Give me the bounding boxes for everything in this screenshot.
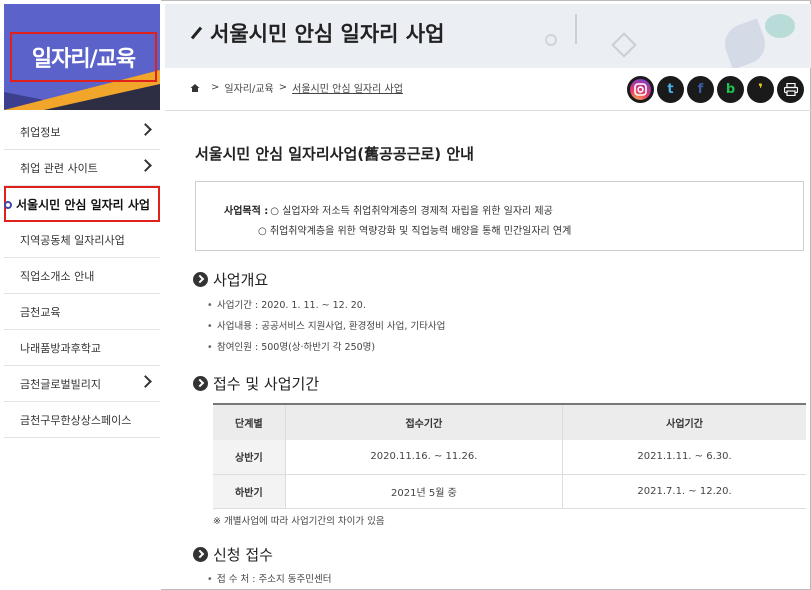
purpose-label: 사업목적 : [224, 206, 269, 217]
sidebar-item-label: 금천글로벌빌리지 [20, 377, 101, 391]
sidebar-menu: 취업정보 취업 관련 사이트 서울시민 안심 일자리 사업 지역공동체 일자리사… [4, 114, 160, 438]
sidebar-item-community-jobs[interactable]: 지역공동체 일자리사업 [4, 222, 160, 258]
table-cell: 2021년 5월 중 [284, 474, 563, 509]
section-title: 접수 및 사업기간 [213, 375, 320, 393]
list-item: 사업기간 : 2020. 1. 11. ~ 12. 20. [207, 295, 445, 316]
decoration [545, 34, 557, 46]
table-cell: 상반기 [213, 440, 286, 475]
facebook-icon[interactable]: f [687, 76, 714, 103]
twitter-icon[interactable]: t [657, 76, 684, 103]
chevron-right-icon [139, 123, 152, 136]
table-cell: 2021.7.1. ~ 12.20. [562, 474, 806, 509]
sidebar-item-label: 나래품방과후학교 [20, 341, 101, 355]
table-note: ※ 개별사업에 따라 사업기간의 차이가 있음 [213, 516, 385, 527]
share-buttons: t f b ❜ [627, 76, 804, 103]
section-heading-overview: 사업개요 [193, 269, 268, 290]
chevron-right-icon [139, 159, 152, 172]
active-dot-icon [4, 201, 12, 209]
sidebar-item-job-sites[interactable]: 취업 관련 사이트 [4, 150, 160, 186]
table-cell: 2021.1.11. ~ 6.30. [562, 440, 806, 475]
table-row: 하반기 2021년 5월 중 2021.7.1. ~ 12.20. [213, 474, 806, 509]
breadcrumb-separator: > [278, 82, 288, 93]
list-item: 참여인원 : 500명(상·하반기 각 250명) [207, 337, 445, 358]
blog-icon[interactable]: b [717, 76, 744, 103]
content-heading: 서울시민 안심 일자리사업(舊공공근로) 안내 [195, 145, 474, 163]
chevron-right-icon [139, 375, 152, 388]
sidebar-item-after-school[interactable]: 나래품방과후학교 [4, 330, 160, 366]
decoration [575, 14, 577, 44]
purpose-row: 사업목적 : ○ 실업자와 저소득 취업취약계층의 경제적 자립을 위한 일자리… [224, 202, 553, 217]
sidebar-title: 일자리/교육 [10, 32, 157, 82]
breadcrumb: > 일자리/교육 > 서울시민 안심 일자리 사업 [190, 80, 403, 95]
table-cell: 하반기 [213, 474, 286, 509]
table-row: 상반기 2020.11.16. ~ 11.26. 2021.1.11. ~ 6.… [213, 440, 806, 475]
leaf-decoration [719, 18, 771, 68]
purpose-text: ○ 실업자와 저소득 취업취약계층의 경제적 자립을 위한 일자리 제공 [270, 206, 553, 217]
home-icon[interactable] [190, 83, 200, 93]
sidebar-item-imagination-space[interactable]: 금천구무한상상스페이스 [4, 402, 160, 438]
breadcrumb-current[interactable]: 서울시민 안심 일자리 사업 [292, 80, 403, 95]
sidebar-item-global-village[interactable]: 금천글로벌빌리지 [4, 366, 160, 402]
arrow-circle-icon [193, 272, 208, 287]
sidebar-item-label: 취업 관련 사이트 [20, 161, 98, 175]
page-header: 서울시민 안심 일자리 사업 [165, 4, 811, 68]
sidebar-item-label: 지역공동체 일자리사업 [20, 233, 125, 247]
instagram-icon[interactable] [627, 76, 654, 103]
breadcrumb-item[interactable]: 일자리/교육 [224, 80, 273, 95]
sidebar-item-jobs-info[interactable]: 취업정보 [4, 114, 160, 150]
slash-icon [190, 26, 203, 40]
schedule-table: 단계별 접수기간 사업기간 상반기 2020.11.16. ~ 11.26. 2… [213, 403, 806, 509]
page-title-text: 서울시민 안심 일자리 사업 [210, 22, 445, 46]
overview-list: 사업기간 : 2020. 1. 11. ~ 12. 20. 사업내용 : 공공서… [207, 295, 445, 358]
sidebar-item-label: 취업정보 [20, 125, 61, 139]
purpose-box: 사업목적 : ○ 실업자와 저소득 취업취약계층의 경제적 자립을 위한 일자리… [195, 181, 804, 251]
leaf-decoration [765, 14, 795, 38]
table-header: 단계별 [213, 403, 286, 440]
breadcrumb-separator: > [211, 82, 220, 93]
table-header-row: 단계별 접수기간 사업기간 [213, 403, 806, 440]
sidebar-item-label: 서울시민 안심 일자리 사업 [16, 197, 150, 212]
page-title: 서울시민 안심 일자리 사업 [190, 18, 445, 48]
sidebar-item-label: 직업소개소 안내 [20, 269, 95, 283]
table-header: 사업기간 [562, 403, 806, 440]
decoration [611, 32, 637, 58]
sidebar-item-employment-agency[interactable]: 직업소개소 안내 [4, 258, 160, 294]
list-item: 사업내용 : 공공서비스 지원사업, 환경정비 사업, 기타사업 [207, 316, 445, 337]
section-title: 사업개요 [213, 271, 269, 289]
table-header: 접수기간 [284, 403, 563, 440]
arrow-circle-icon [193, 547, 208, 562]
kakao-icon[interactable]: ❜ [747, 76, 774, 103]
section-heading-schedule: 접수 및 사업기간 [193, 373, 319, 394]
arrow-circle-icon [193, 376, 208, 391]
sidebar-item-label: 금천구무한상상스페이스 [20, 413, 132, 427]
purpose-text: ○ 취업취약계층을 위한 역량강화 및 직업능력 배양을 통해 민간일자리 연계 [258, 226, 572, 237]
sidebar: 일자리/교육 취업정보 취업 관련 사이트 서울시민 안심 일자리 사업 지역공… [0, 0, 161, 590]
sidebar-item-safe-jobs[interactable]: 서울시민 안심 일자리 사업 [4, 186, 160, 222]
table-cell: 2020.11.16. ~ 11.26. [284, 440, 563, 475]
section-heading-apply: 신청 접수 [193, 544, 273, 565]
section-title: 신청 접수 [213, 546, 273, 564]
list-item: 접 수 처 : 주소지 동주민센터 [207, 569, 331, 590]
sidebar-item-geumcheon-education[interactable]: 금천교육 [4, 294, 160, 330]
print-icon[interactable] [777, 76, 804, 103]
sidebar-item-label: 금천교육 [20, 305, 61, 319]
divider [165, 110, 811, 111]
apply-list: 접 수 처 : 주소지 동주민센터 [207, 569, 331, 590]
